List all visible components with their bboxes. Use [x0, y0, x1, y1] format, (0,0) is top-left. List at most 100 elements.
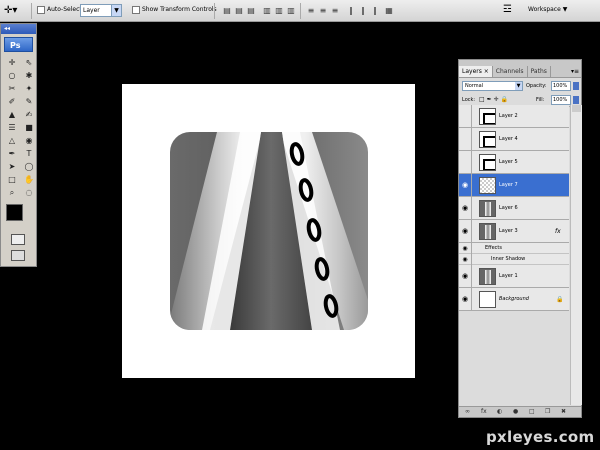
layer-row[interactable]: ◉ Layer 2 — [459, 105, 569, 128]
delete-layer-icon[interactable]: ✖ — [561, 408, 566, 416]
foreground-color-swatch[interactable] — [6, 204, 23, 221]
auto-select-dropdown[interactable]: Layer ▼ — [80, 4, 122, 17]
align-vcenter-icon[interactable]: ▤ — [234, 5, 244, 16]
add-mask-icon[interactable]: ◐ — [497, 408, 502, 416]
document-canvas[interactable] — [122, 84, 415, 378]
align-bottom-icon[interactable]: ▤ — [246, 5, 256, 16]
layer-link-slot — [472, 197, 479, 220]
visibility-eye-icon[interactable]: ◉ — [459, 288, 472, 311]
tool-3-icon[interactable]: ✱ — [22, 70, 36, 81]
effects-row[interactable]: ◉ Effects — [459, 243, 569, 254]
screen-mode-icon[interactable] — [11, 250, 25, 261]
fill-slider-button[interactable] — [573, 96, 579, 104]
visibility-eye-icon[interactable]: ◉ — [459, 220, 472, 243]
lock-icons[interactable]: □✒✛🔒 — [479, 96, 510, 104]
distribute-hcenter-icon[interactable]: ‖ — [358, 5, 368, 16]
visibility-eye-icon[interactable]: ◉ — [459, 265, 472, 288]
quick-mask-icon[interactable] — [11, 234, 25, 245]
link-layers-icon[interactable]: ∞ — [465, 408, 470, 416]
layer-row[interactable]: ◉ Layer 4 — [459, 128, 569, 151]
layer-row[interactable]: ◉ Layer 6 — [459, 197, 569, 220]
tool-9-icon[interactable]: ✍ — [22, 109, 36, 120]
fill-input[interactable]: 100% — [551, 95, 571, 105]
layer-row[interactable]: ◉ Background 🔒 — [459, 288, 569, 311]
layer-name: Layer 7 — [499, 182, 518, 188]
tool-0-icon[interactable]: ✛ — [5, 57, 19, 68]
tool-grid: ✛ ⇖ ○ ✱ ✂ ✦ ✐ ✎ ▲ ✍ ☰ ■ △ ◉ ✒ T ➤ ◯ □ ✋ ⌕ ◌ — [1, 55, 36, 200]
tab-layers[interactable]: Layers × — [459, 66, 493, 77]
distribute-right-icon[interactable]: ‖ — [370, 5, 380, 16]
layer-thumbnail — [479, 131, 496, 148]
distribute-vcenter-icon[interactable]: ≡ — [318, 5, 328, 16]
layer-link-slot — [472, 288, 479, 311]
auto-select-label: Auto-Select: — [47, 6, 84, 13]
tool-10-icon[interactable]: ☰ — [5, 122, 19, 133]
options-separator — [31, 3, 32, 19]
tool-13-icon[interactable]: ◉ — [22, 135, 36, 146]
bridge-icon[interactable]: ☲ — [503, 3, 519, 17]
add-style-icon[interactable]: fx — [481, 408, 487, 416]
tool-11-icon[interactable]: ■ — [22, 122, 36, 133]
chevron-down-icon: ▼ — [515, 82, 522, 90]
layer-row[interactable]: ◉ Layer 5 — [459, 151, 569, 174]
align-top-icon[interactable]: ▤ — [222, 5, 232, 16]
tool-14-icon[interactable]: ✒ — [5, 148, 19, 159]
align-left-icon[interactable]: ▥ — [262, 5, 272, 16]
layer-name: Layer 5 — [499, 159, 518, 165]
layer-thumbnail — [479, 291, 496, 308]
layer-row[interactable]: ◉ Layer 3 fx — [459, 220, 569, 243]
layer-list: ◉ Layer 2 ◉ Layer 4 ◉ Layer 5 ◉ Layer 7 ◉ Layer 6… — [459, 105, 569, 311]
scrollbar-up-arrow[interactable] — [572, 105, 581, 112]
distribute-left-icon[interactable]: ‖ — [346, 5, 356, 16]
tool-16-icon[interactable]: ➤ — [5, 161, 19, 172]
tool-15-icon[interactable]: T — [22, 148, 36, 159]
panel-menu-icon[interactable]: ▾≡ — [571, 66, 581, 77]
auto-align-icon[interactable]: ▦ — [384, 5, 394, 16]
tool-18-icon[interactable]: □ — [5, 174, 19, 185]
effects-eye-icon[interactable]: ◉ — [459, 243, 472, 254]
distribute-top-icon[interactable]: ≡ — [306, 5, 316, 16]
inner-shadow-row[interactable]: ◉ Inner Shadow — [459, 254, 569, 265]
opacity-slider-button[interactable] — [573, 82, 579, 90]
tab-paths[interactable]: Paths — [528, 66, 551, 77]
workspace-menu[interactable]: Workspace ▼ — [528, 5, 567, 15]
fx-icon[interactable]: fx — [555, 220, 561, 243]
tool-17-icon[interactable]: ◯ — [22, 161, 36, 172]
move-tool-icon[interactable]: ✛▾ — [4, 4, 26, 18]
tool-19-icon[interactable]: ✋ — [22, 174, 36, 185]
tool-8-icon[interactable]: ▲ — [5, 109, 19, 120]
visibility-eye-icon[interactable]: ◉ — [459, 128, 472, 151]
blend-mode-dropdown[interactable]: Normal ▼ — [462, 81, 523, 91]
show-transform-checkbox[interactable] — [132, 6, 140, 14]
visibility-eye-icon[interactable]: ◉ — [459, 105, 472, 128]
tool-5-icon[interactable]: ✦ — [22, 83, 36, 94]
new-group-icon[interactable]: □ — [529, 408, 535, 416]
toolbox-grip[interactable]: ◂◂ — [1, 24, 36, 34]
opacity-input[interactable]: 100% — [551, 81, 571, 91]
align-right-icon[interactable]: ▥ — [286, 5, 296, 16]
adjustment-layer-icon[interactable]: ● — [513, 408, 518, 416]
layer-list-scrollbar[interactable] — [570, 105, 582, 405]
visibility-eye-icon[interactable]: ◉ — [459, 197, 472, 220]
layer-row[interactable]: ◉ Layer 7 — [459, 174, 569, 197]
new-layer-icon[interactable]: ❐ — [545, 408, 550, 416]
tool-12-icon[interactable]: △ — [5, 135, 19, 146]
auto-select-checkbox[interactable] — [37, 6, 45, 14]
tool-4-icon[interactable]: ✂ — [5, 83, 19, 94]
visibility-eye-icon[interactable]: ◉ — [459, 151, 472, 174]
tool-6-icon[interactable]: ✐ — [5, 96, 19, 107]
tool-7-icon[interactable]: ✎ — [22, 96, 36, 107]
layer-row[interactable]: ◉ Layer 1 — [459, 265, 569, 288]
color-swatches — [5, 204, 32, 230]
fill-label: Fill: — [536, 97, 545, 103]
tool-2-icon[interactable]: ○ — [5, 70, 19, 81]
layer-name: Layer 3 — [499, 228, 518, 234]
inner-shadow-eye-icon[interactable]: ◉ — [459, 254, 472, 265]
tab-channels[interactable]: Channels — [493, 66, 528, 77]
tool-1-icon[interactable]: ⇖ — [22, 57, 36, 68]
distribute-bottom-icon[interactable]: ≡ — [330, 5, 340, 16]
tool-20-icon[interactable]: ⌕ — [5, 187, 19, 198]
visibility-eye-icon[interactable]: ◉ — [459, 174, 472, 197]
align-hcenter-icon[interactable]: ▥ — [274, 5, 284, 16]
tool-21-icon[interactable]: ◌ — [22, 187, 36, 198]
